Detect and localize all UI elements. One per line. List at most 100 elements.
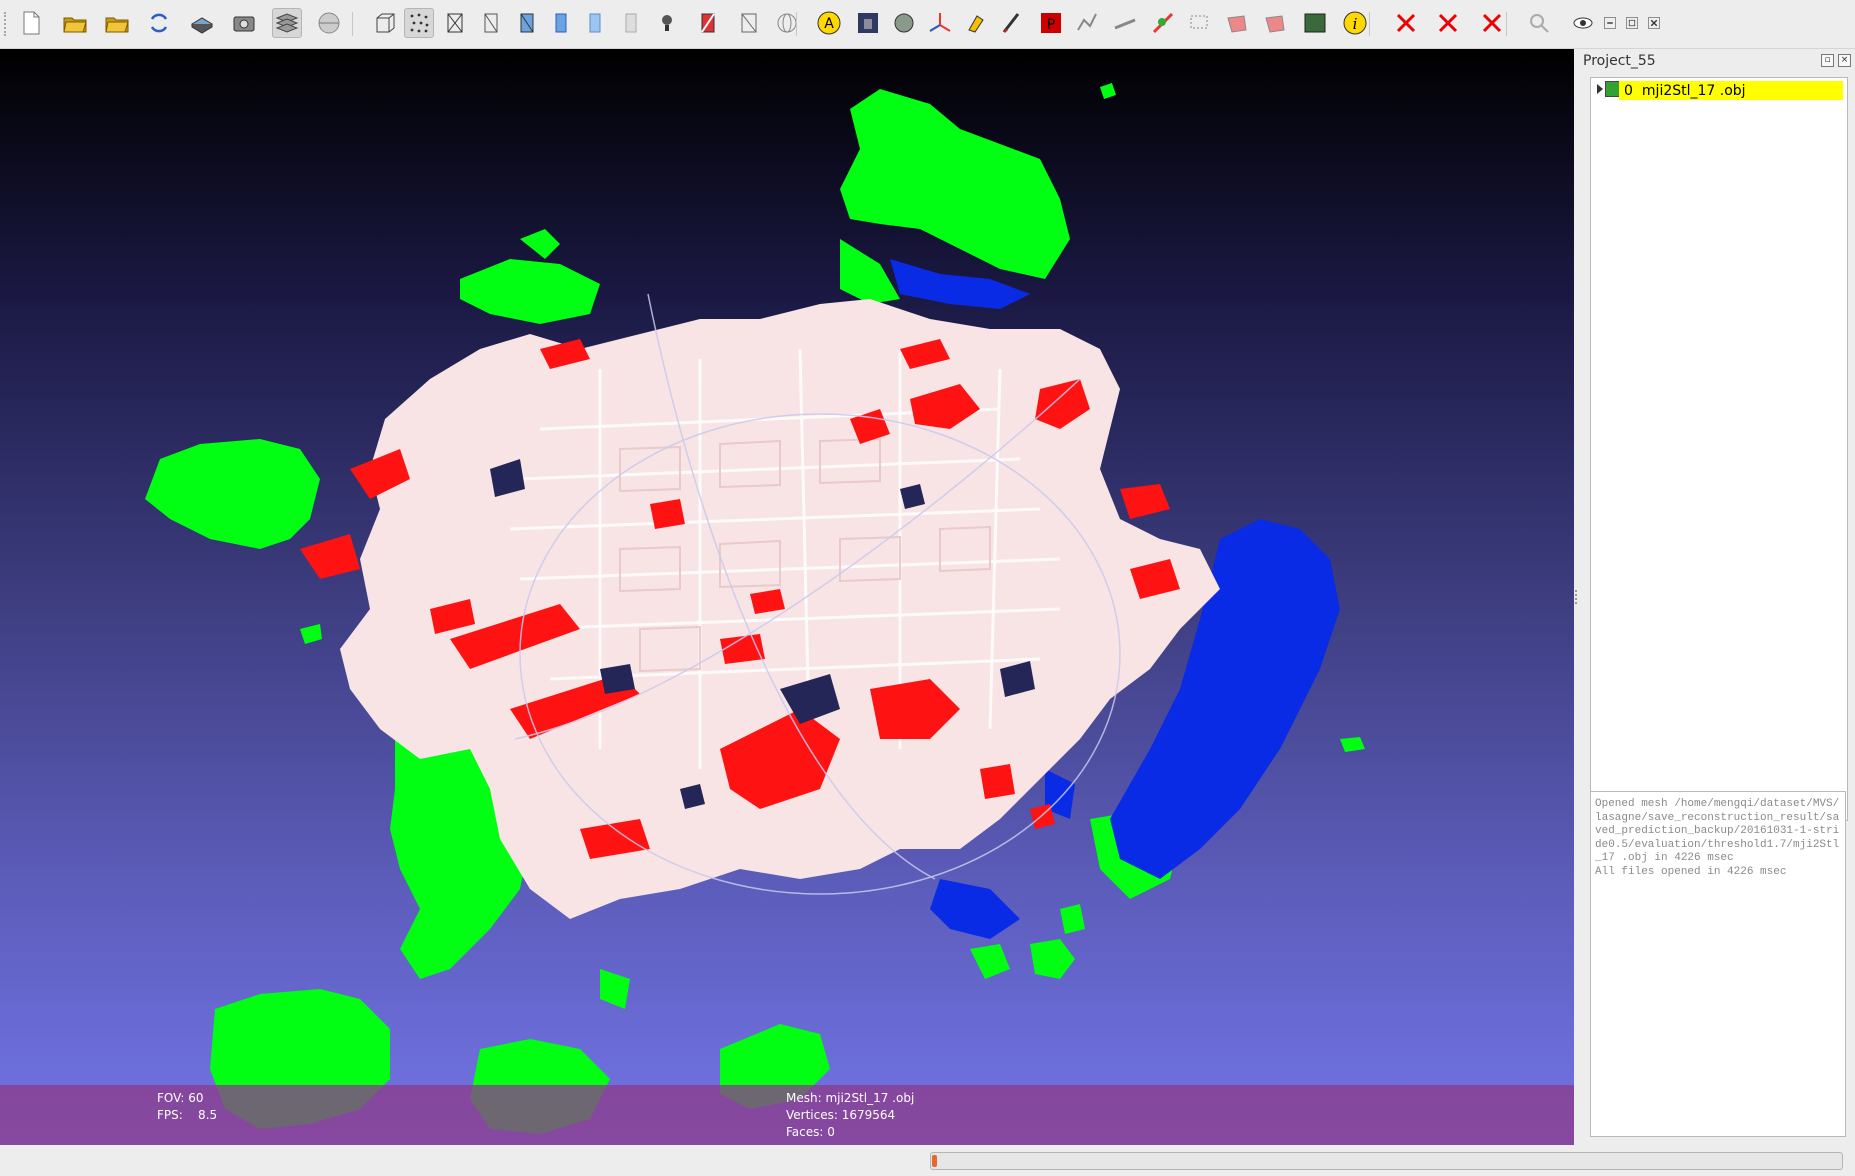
brush-button[interactable] — [996, 8, 1026, 38]
layer-index: 0 — [1624, 82, 1633, 99]
save-icon — [191, 17, 213, 34]
win-min-button[interactable] — [1599, 12, 1621, 34]
panel-title: Project_55 — [1583, 53, 1656, 69]
bbox-icon — [376, 13, 395, 33]
info-button[interactable]: i — [1340, 8, 1370, 38]
status-bar — [0, 1145, 1855, 1176]
fps-label: FPS: 8.5 — [157, 1108, 218, 1122]
brush-icon — [1002, 13, 1020, 33]
layers-icon — [275, 13, 299, 33]
main-toolbar: A Pi — [0, 0, 1855, 49]
select-connected-icon — [1265, 15, 1285, 33]
layer-item[interactable]: 0 mji2Stl_17 .obj — [1619, 81, 1843, 100]
del-faces-vertices-button[interactable] — [1433, 8, 1463, 38]
decorate-icon — [894, 13, 914, 33]
toolbar-separator — [1369, 12, 1370, 36]
viewport-info-right: Mesh: mji2Stl_17 .obj Vertices: 1679564 … — [786, 1090, 914, 1141]
new-file-icon — [23, 11, 40, 35]
save-button[interactable] — [187, 8, 217, 38]
3d-viewport[interactable]: FOV: 60 FPS: 8.5 Mesh: mji2Stl_17 .obj V… — [0, 49, 1574, 1145]
svg-text:P: P — [1047, 17, 1055, 33]
image-button[interactable] — [1300, 8, 1330, 38]
win-restore-button[interactable] — [1621, 12, 1643, 34]
close-dock-icon[interactable]: × — [1838, 54, 1851, 67]
fov-label: FOV: 60 — [157, 1091, 204, 1105]
mesh-name-label: Mesh: mji2Stl_17 .obj — [786, 1091, 915, 1105]
render-button[interactable] — [853, 8, 883, 38]
trackball-button[interactable] — [772, 8, 802, 38]
info-overlay: FOV: 60 FPS: 8.5 Mesh: mji2Stl_17 .obj V… — [0, 1085, 1574, 1145]
eye-icon — [1573, 17, 1593, 29]
camera-icon — [233, 16, 255, 32]
log-window[interactable]: Opened mesh /home/mengqi/dataset/MVS/las… — [1590, 791, 1846, 1137]
del-faces-button[interactable] — [1391, 8, 1421, 38]
smooth-button[interactable] — [580, 8, 610, 38]
flat-button[interactable] — [546, 8, 576, 38]
image-icon — [1304, 13, 1326, 33]
select-rect-button[interactable] — [1185, 8, 1215, 38]
import-button[interactable] — [102, 8, 132, 38]
new-button[interactable] — [16, 8, 46, 38]
toolbar-separator — [1506, 12, 1507, 36]
float-dock-icon[interactable]: ▫ — [1821, 54, 1834, 67]
layer-list: 0 mji2Stl_17 .obj — [1590, 77, 1848, 821]
flat-icon — [555, 13, 567, 33]
select-faces-icon — [741, 13, 757, 33]
bbox-button[interactable] — [370, 8, 400, 38]
texture-button[interactable] — [616, 8, 646, 38]
close-icon — [1648, 17, 1660, 29]
expand-arrow-icon[interactable] — [1597, 84, 1603, 94]
select-vertices-icon — [1227, 15, 1247, 33]
raster-button[interactable] — [1148, 8, 1178, 38]
hidden-button[interactable] — [476, 8, 506, 38]
wire-button[interactable] — [440, 8, 470, 38]
vertices-label: Vertices: 1679564 — [786, 1108, 896, 1122]
measure-button[interactable] — [1110, 8, 1140, 38]
reload-button[interactable] — [144, 8, 174, 38]
smooth-icon — [589, 13, 601, 33]
delete-faces-icon — [1396, 13, 1416, 33]
light-button[interactable] — [314, 8, 344, 38]
align-icon — [1077, 13, 1097, 31]
restore-icon — [1626, 17, 1638, 29]
select-faces-button[interactable] — [734, 8, 764, 38]
flatlines-button[interactable] — [512, 8, 542, 38]
select-conn-button[interactable] — [1260, 8, 1290, 38]
axes-button[interactable] — [925, 8, 955, 38]
log-line: All files opened in 4226 msec — [1595, 865, 1787, 878]
lamp-button[interactable] — [652, 8, 682, 38]
reload-icon — [150, 13, 168, 33]
flat-lines-icon — [520, 13, 534, 33]
eye-button[interactable] — [1568, 8, 1598, 38]
delete-vertices-icon — [1482, 13, 1502, 33]
paint-button[interactable] — [962, 8, 992, 38]
project-panel: Project_55 ▫ × 0 mji2Stl_17 .obj Opened … — [1578, 49, 1855, 1145]
pickpoints-button[interactable]: P — [1036, 8, 1066, 38]
log-line: Opened mesh /home/mengqi/dataset/MVS/las… — [1595, 798, 1840, 864]
zoom-button[interactable] — [1524, 8, 1554, 38]
delete-faces-vertices-icon — [1438, 13, 1458, 33]
wireframe-icon — [447, 13, 463, 33]
colorize-button[interactable] — [692, 8, 722, 38]
paint-icon — [968, 15, 984, 33]
annotate-button[interactable]: A — [814, 8, 844, 38]
point-cloud-render — [145, 83, 1365, 1134]
viewport-info-left: FOV: 60 FPS: 8.5 — [157, 1090, 217, 1124]
measure-icon — [1114, 18, 1136, 30]
win-close-button[interactable] — [1643, 12, 1665, 34]
del-vertices-button[interactable] — [1477, 8, 1507, 38]
raster-icon — [1152, 12, 1174, 34]
progress-bar — [930, 1152, 1843, 1170]
align-button[interactable] — [1072, 8, 1102, 38]
layers-button[interactable] — [272, 8, 302, 38]
decorate-button[interactable] — [889, 8, 919, 38]
svg-text:A: A — [824, 16, 834, 32]
select-vertices-button[interactable] — [1222, 8, 1252, 38]
import-folder-icon — [105, 17, 129, 33]
render-icon — [858, 13, 878, 33]
points-button[interactable] — [404, 8, 434, 38]
toolbar-grip[interactable] — [4, 12, 10, 36]
sphere-icon — [318, 12, 340, 34]
snapshot-button[interactable] — [229, 8, 259, 38]
open-button[interactable] — [60, 8, 90, 38]
